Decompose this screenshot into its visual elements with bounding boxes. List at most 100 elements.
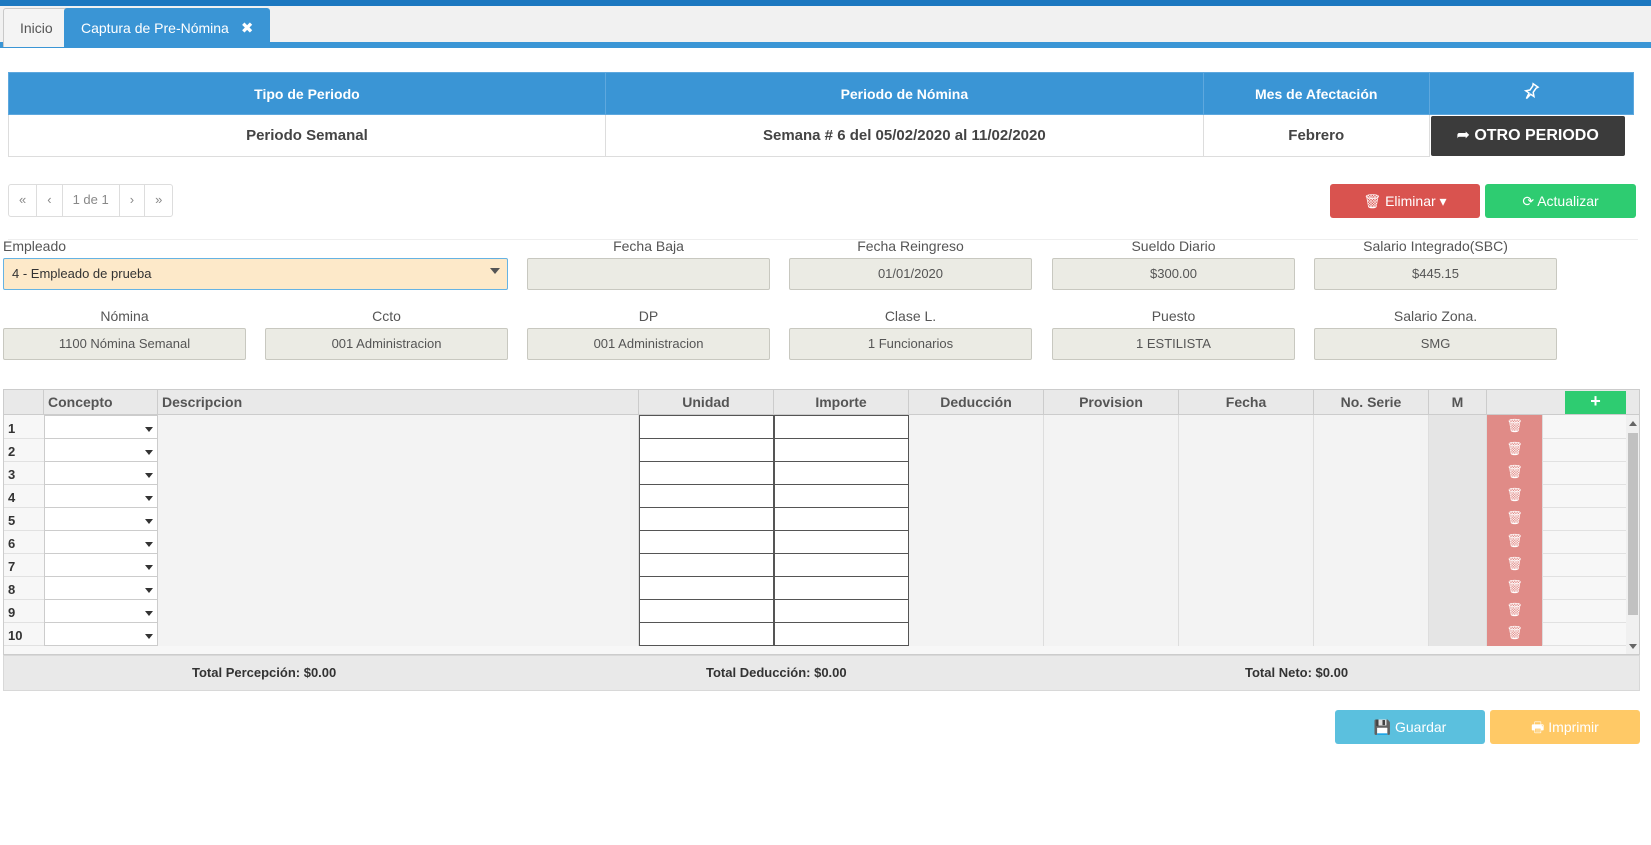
importe-input[interactable] [774, 599, 909, 623]
guardar-button[interactable]: 💾 Guardar [1335, 710, 1485, 744]
delete-row-button[interactable]: 🗑 [1487, 622, 1543, 646]
trash-icon[interactable]: 🗑 [1506, 487, 1523, 502]
unidad-input[interactable] [639, 622, 774, 646]
pin-header[interactable] [1428, 72, 1635, 115]
scroll-down-icon[interactable] [1629, 644, 1637, 649]
unidad-input[interactable] [639, 484, 774, 508]
trash-icon[interactable]: 🗑 [1506, 464, 1523, 479]
concepto-select[interactable] [44, 530, 158, 554]
delete-row-button[interactable]: 🗑 [1487, 576, 1543, 600]
concepto-select[interactable] [44, 461, 158, 485]
importe-input[interactable] [774, 415, 909, 439]
trash-icon[interactable]: 🗑 [1506, 418, 1523, 433]
actualizar-button[interactable]: ⟳ Actualizar [1485, 184, 1636, 218]
concepto-select[interactable] [44, 553, 158, 577]
unidad-input[interactable] [639, 507, 774, 531]
unidad-input[interactable] [639, 553, 774, 577]
empleado-select[interactable]: 4 - Empleado de prueba [3, 258, 508, 290]
header-fecha: Fecha [1179, 390, 1314, 415]
sueldo-diario-field: Sueldo Diario $300.00 [1052, 238, 1295, 290]
grid-scrollbar[interactable] [1626, 415, 1639, 654]
header-importe: Importe [774, 390, 909, 415]
delete-row-button[interactable]: 🗑 [1487, 438, 1543, 462]
delete-row-button[interactable]: 🗑 [1487, 507, 1543, 531]
table-row: 10 🗑 [4, 622, 1626, 646]
header-periodo-nomina: Periodo de Nómina [604, 72, 1204, 115]
header-rownum [4, 390, 44, 415]
m-cell [1429, 461, 1487, 485]
fecha-cell [1179, 484, 1314, 508]
otro-periodo-button[interactable]: ➦ OTRO PERIODO [1430, 115, 1625, 156]
header-no-serie: No. Serie [1314, 390, 1429, 415]
eliminar-button[interactable]: 🗑 Eliminar ▾ [1330, 184, 1480, 218]
salario-zona-label: Salario Zona. [1393, 308, 1478, 324]
trash-icon[interactable]: 🗑 [1506, 556, 1523, 571]
trash-icon[interactable]: 🗑 [1506, 625, 1523, 640]
table-row: 1 🗑 [4, 415, 1626, 439]
value-periodo-nomina: Semana # 6 del 05/02/2020 al 11/02/2020 [604, 114, 1204, 157]
concepto-select[interactable] [44, 622, 158, 646]
fecha-reingreso-input: 01/01/2020 [789, 258, 1032, 290]
tab-captura-prenomina[interactable]: Captura de Pre-Nómina ✖ [64, 8, 271, 47]
pager-last[interactable]: » [145, 185, 172, 216]
scroll-thumb[interactable] [1628, 433, 1638, 615]
scroll-up-icon[interactable] [1629, 421, 1637, 426]
tab-inicio[interactable]: Inicio [3, 8, 70, 47]
delete-row-button[interactable]: 🗑 [1487, 415, 1543, 439]
delete-row-button[interactable]: 🗑 [1487, 599, 1543, 623]
trash-icon[interactable]: 🗑 [1506, 441, 1523, 456]
unidad-input[interactable] [639, 530, 774, 554]
salario-integrado-field: Salario Integrado(SBC) $445.15 [1314, 238, 1557, 290]
unidad-input[interactable] [639, 415, 774, 439]
total-neto: Total Neto: $0.00 [1245, 665, 1349, 680]
pager-next[interactable]: › [120, 185, 146, 216]
delete-row-button[interactable]: 🗑 [1487, 530, 1543, 554]
concepto-select[interactable] [44, 507, 158, 531]
row-number: 2 [8, 444, 16, 459]
importe-input[interactable] [774, 553, 909, 577]
concepto-select[interactable] [44, 415, 158, 439]
importe-input[interactable] [774, 461, 909, 485]
concepto-select[interactable] [44, 484, 158, 508]
importe-input[interactable] [774, 576, 909, 600]
delete-row-button[interactable]: 🗑 [1487, 461, 1543, 485]
delete-row-button[interactable]: 🗑 [1487, 484, 1543, 508]
pin-icon[interactable] [1521, 82, 1541, 102]
unidad-input[interactable] [639, 599, 774, 623]
imprimir-button[interactable]: 🖶 Imprimir [1490, 710, 1640, 744]
descripcion-cell [158, 576, 639, 600]
importe-input[interactable] [774, 622, 909, 646]
importe-input[interactable] [774, 438, 909, 462]
trash-icon[interactable]: 🗑 [1506, 579, 1523, 594]
actualizar-label: Actualizar [1537, 193, 1599, 209]
header-provision: Provision [1044, 390, 1179, 415]
trash-icon[interactable]: 🗑 [1506, 510, 1523, 525]
fecha-cell [1179, 438, 1314, 462]
importe-input[interactable] [774, 484, 909, 508]
provision-cell [1044, 507, 1179, 531]
deduccion-cell [909, 553, 1044, 577]
m-cell [1429, 438, 1487, 462]
concepto-select[interactable] [44, 576, 158, 600]
chevron-down-icon[interactable] [490, 268, 500, 274]
close-icon[interactable]: ✖ [241, 20, 254, 37]
unidad-input[interactable] [639, 576, 774, 600]
importe-input[interactable] [774, 530, 909, 554]
unidad-input[interactable] [639, 461, 774, 485]
m-cell [1429, 507, 1487, 531]
importe-input[interactable] [774, 507, 909, 531]
table-row: 5 🗑 [4, 507, 1626, 531]
pager-first[interactable]: « [9, 185, 38, 216]
trash-icon[interactable]: 🗑 [1506, 602, 1523, 617]
nomina-field: Nómina 1100 Nómina Semanal [3, 308, 246, 360]
add-row-button[interactable]: + [1565, 391, 1626, 414]
concepto-select[interactable] [44, 438, 158, 462]
concepto-select[interactable] [44, 599, 158, 623]
trash-icon[interactable]: 🗑 [1506, 533, 1523, 548]
deduccion-cell [909, 507, 1044, 531]
share-icon: ➦ [1456, 126, 1475, 144]
unidad-input[interactable] [639, 438, 774, 462]
concepts-grid: Concepto Descripcion Unidad Importe Dedu… [3, 389, 1640, 655]
delete-row-button[interactable]: 🗑 [1487, 553, 1543, 577]
pager-prev[interactable]: ‹ [37, 185, 63, 216]
